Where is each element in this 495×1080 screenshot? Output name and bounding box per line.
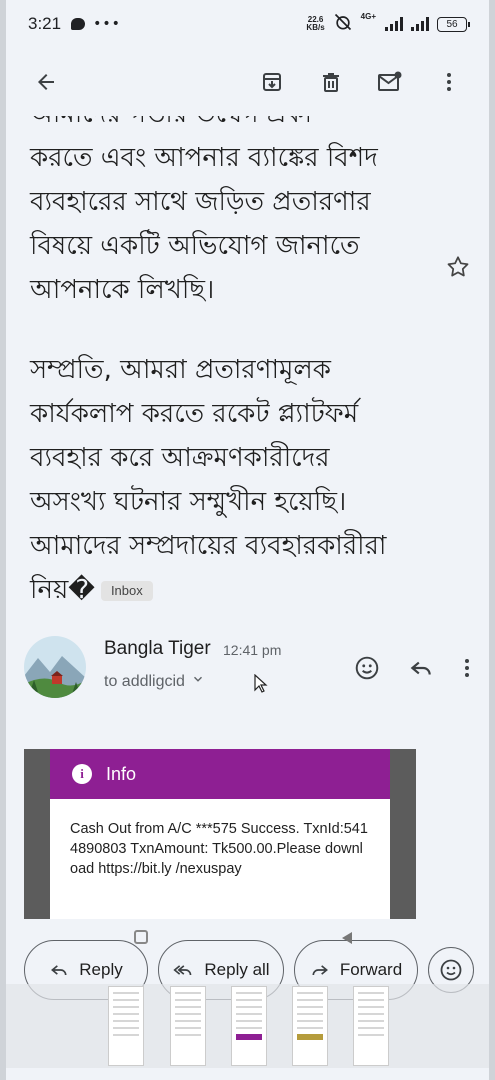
info-icon: i xyxy=(72,764,92,784)
avatar[interactable] xyxy=(24,636,86,698)
signal-icon-2 xyxy=(411,17,429,31)
reply-icon xyxy=(51,965,67,976)
network-type: 4G+ xyxy=(360,11,376,21)
emoji-icon[interactable] xyxy=(343,644,391,692)
back-nav-icon[interactable] xyxy=(340,930,354,949)
recent-app-thumbnail[interactable] xyxy=(231,986,267,1066)
home-nav-icon[interactable] xyxy=(134,930,148,944)
email-paragraph-2: সম্প্রতি, আমরা প্রতারণামূলক কার্যকলাপ কর… xyxy=(30,355,387,605)
recent-apps-strip xyxy=(6,984,489,1068)
recent-app-thumbnail[interactable] xyxy=(353,986,389,1066)
sent-time: 12:41 pm xyxy=(223,642,282,658)
battery-icon: 56 xyxy=(437,16,470,32)
emoji-icon xyxy=(440,959,462,981)
app-bar xyxy=(6,48,489,116)
trash-icon[interactable] xyxy=(307,58,355,106)
email-paragraph-1: আমাদের গভীর উদ্বেগ প্রকা করতে এবং আপনার … xyxy=(30,116,378,305)
network-speed: 22.6 KB/s xyxy=(306,15,325,32)
status-bar: 3:21 ••• 22.6 KB/s 4G+ 56 xyxy=(6,0,489,48)
chat-notification-icon xyxy=(71,18,86,30)
status-time: 3:21 xyxy=(28,14,62,33)
chevron-down-icon xyxy=(191,672,205,691)
more-notifications-icon: ••• xyxy=(93,16,121,32)
star-outline-icon[interactable] xyxy=(445,254,471,284)
inbox-label-chip[interactable]: Inbox xyxy=(100,580,153,601)
reply-icon[interactable] xyxy=(397,644,445,692)
recipients-toggle[interactable]: to addligcid xyxy=(104,672,205,691)
sender-name: Bangla Tiger xyxy=(104,638,211,659)
more-vert-icon[interactable] xyxy=(451,644,483,692)
more-vert-icon[interactable] xyxy=(425,58,473,106)
screen-edge-right xyxy=(489,0,495,1080)
recipient-text: to addligcid xyxy=(104,672,185,690)
signal-icon xyxy=(385,17,403,31)
attachment-sheet: i Info Cash Out from A/C ***575 Success.… xyxy=(50,749,390,919)
reply-all-icon xyxy=(173,965,192,976)
attachment-message: Cash Out from A/C ***575 Success. TxnId:… xyxy=(70,821,368,877)
attachment-header: i Info xyxy=(50,749,390,799)
inline-image-attachment[interactable]: i Info Cash Out from A/C ***575 Success.… xyxy=(24,749,416,919)
recent-app-thumbnail[interactable] xyxy=(170,986,206,1066)
recent-app-thumbnail[interactable] xyxy=(292,986,328,1066)
recent-app-thumbnail[interactable] xyxy=(108,986,144,1066)
archive-icon[interactable] xyxy=(248,58,296,106)
mail-unread-icon[interactable] xyxy=(366,58,414,106)
arrow-back-icon[interactable] xyxy=(22,58,70,106)
alarm-off-icon xyxy=(333,12,353,37)
email-content: আমাদের গভীর উদ্বেগ প্রকা করতে এবং আপনার … xyxy=(6,116,489,1080)
mouse-cursor-icon xyxy=(254,673,268,698)
forward-icon xyxy=(312,965,328,976)
